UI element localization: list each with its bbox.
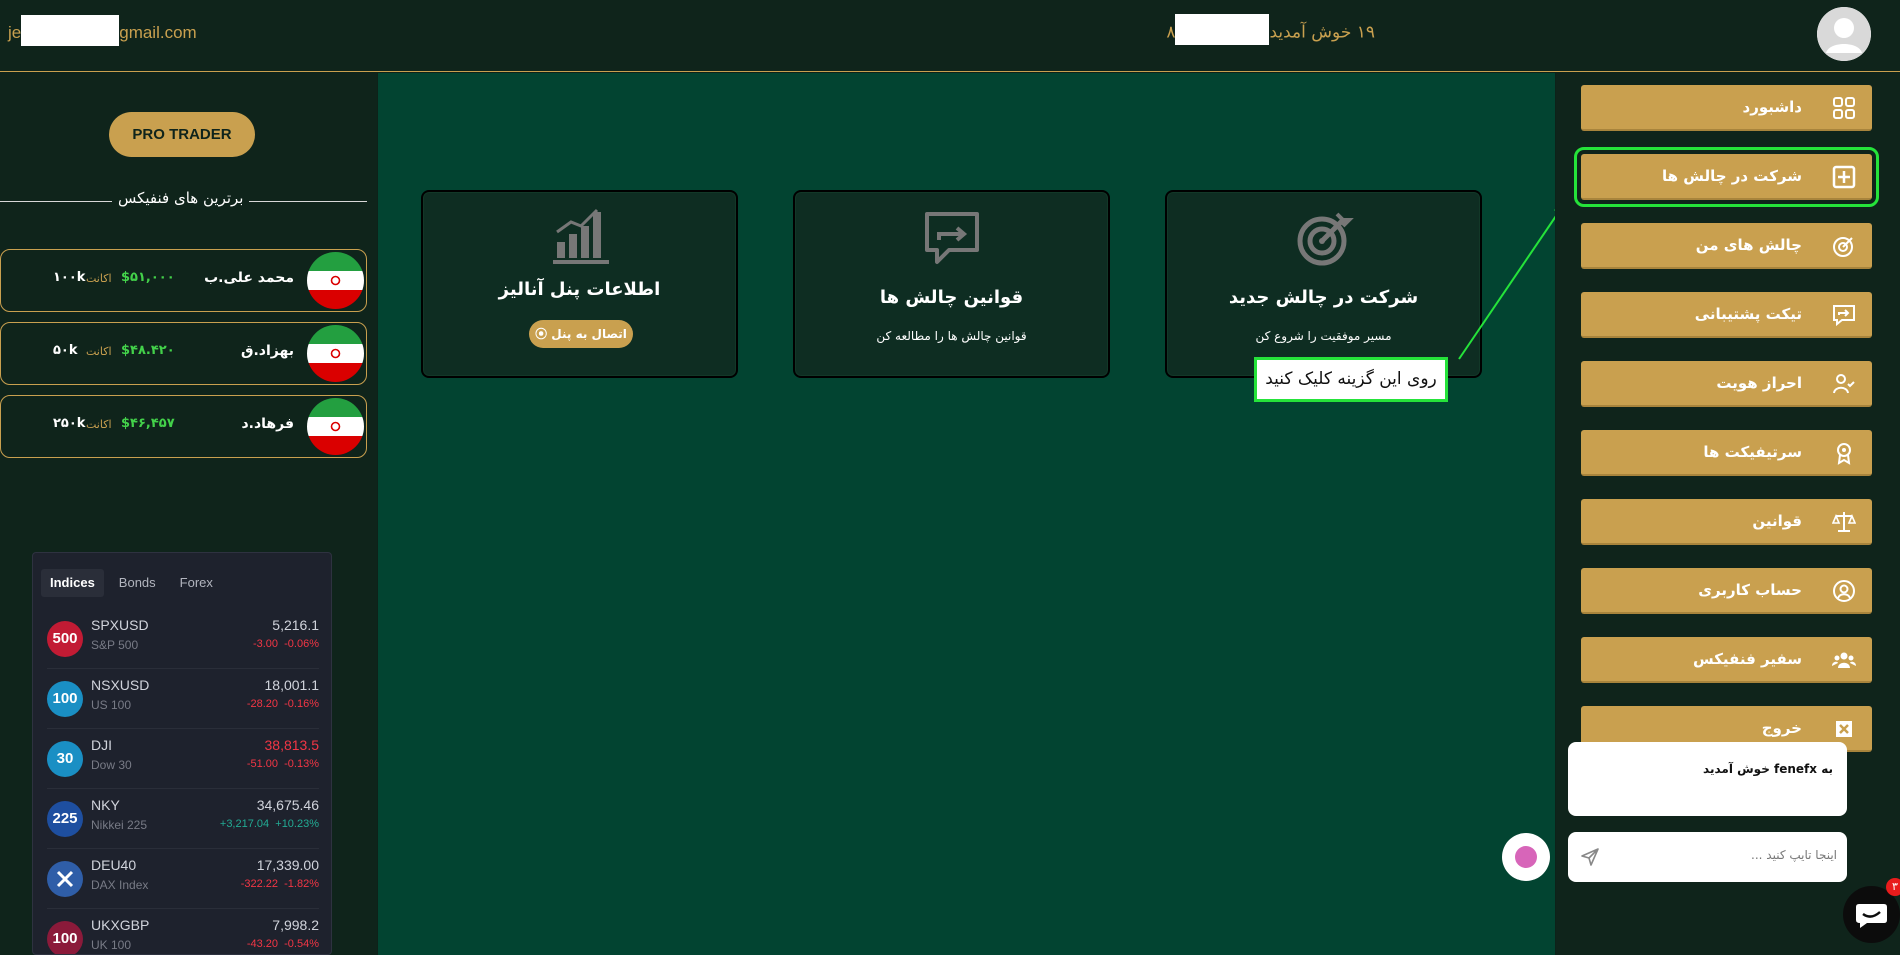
welcome-text: ۱۹ خوش آمدید۸ (1166, 14, 1375, 45)
iran-flag-icon (307, 252, 364, 309)
trader-card: بهزاد.ق $۴۸.۴۲۰ اکانت ۵۰k (0, 322, 367, 385)
close-box-icon (1836, 721, 1852, 737)
pro-trader-button[interactable]: PRO TRADER (109, 112, 255, 157)
ticker-name: US 100 (91, 698, 132, 712)
nav-rules[interactable]: قوانین (1581, 499, 1872, 545)
ticker-row[interactable]: 500 SPXUSD S&P 500 5,216.1 -3.00 -0.06% (47, 609, 319, 669)
ticker-row[interactable]: 225 NKY Nikkei 225 34,675.46 +3,217.04 +10.2… (47, 789, 319, 849)
ticker-change: -51.00 -0.13% (246, 758, 319, 770)
nav-user-account[interactable]: حساب کاربری (1581, 568, 1872, 614)
ticker-row[interactable]: 100 NSXUSD US 100 18,001.1 -28.20 -0.16% (47, 669, 319, 729)
chat-launcher-button[interactable]: ۳ (1843, 878, 1900, 943)
nav-ambassador[interactable]: سفیر فنفیکس (1581, 637, 1872, 683)
iran-flag-icon (307, 398, 364, 455)
tab-bonds[interactable]: Bonds (110, 569, 165, 597)
top-traders-heading: برترین های فنفیکس (0, 189, 367, 213)
redacted-block (21, 15, 120, 46)
user-circle-icon (1833, 580, 1855, 602)
ticker-change: -43.20 -0.54% (246, 938, 319, 950)
annotation-arrow (1458, 209, 1555, 360)
tab-forex[interactable]: Forex (171, 569, 222, 597)
iran-flag-icon (307, 325, 364, 382)
chat-message-input[interactable]: اینجا تایپ کنید ... (1568, 832, 1847, 882)
users-icon (1832, 652, 1856, 668)
chat-icon (1833, 305, 1855, 327)
ticker-price: 17,339.00 (256, 857, 319, 873)
ticker-name: S&P 500 (91, 638, 139, 652)
unread-count-badge: ۳ (1886, 878, 1900, 896)
chat-agent-avatar (1502, 833, 1550, 881)
nav-dashboard[interactable]: داشبورد (1581, 85, 1872, 131)
ticker-symbol: DEU40 (91, 857, 137, 873)
ticker-name: UK 100 (91, 938, 132, 952)
nav-my-challenges[interactable]: چالش های من (1581, 223, 1872, 269)
ticker-change: -3.00 -0.06% (252, 638, 319, 650)
ticker-row[interactable]: 30 DJI Dow 30 38,813.5 -51.00 -0.13% (47, 729, 319, 789)
ticker-price: 7,998.2 (272, 917, 319, 933)
trader-card: فرهاد.د $۴۶,۴۵۷ اکانت ۲۵۰k (0, 395, 367, 458)
ticker-price: 38,813.5 (264, 737, 320, 753)
annotation-label: روی این گزینه کلیک کنید (1254, 357, 1448, 402)
send-icon[interactable] (1580, 847, 1600, 867)
ticker-symbol: DJI (91, 737, 112, 753)
index-badge: 225 (47, 801, 83, 837)
index-badge: 100 (47, 921, 83, 954)
ticker-name: Dow 30 (91, 758, 132, 772)
close-x-icon (47, 861, 83, 897)
ticker-symbol: NSXUSD (91, 677, 150, 693)
redacted-block (1175, 14, 1270, 45)
ticker-row[interactable]: 100 UKXGBP UK 100 7,998.2 -43.20 -0.54% (47, 909, 319, 954)
ticker-price: 34,675.46 (256, 797, 319, 813)
scale-icon (1832, 512, 1856, 532)
tab-indices[interactable]: Indices (41, 569, 104, 597)
nav-join-challenges[interactable]: شرکت در چالش ها (1574, 147, 1879, 207)
nav-certificates[interactable]: سرتیفیکت ها (1581, 430, 1872, 476)
award-icon (1837, 443, 1851, 465)
ticker-change: -28.20 -0.16% (246, 698, 319, 710)
ticker-price: 18,001.1 (264, 677, 320, 693)
ticker-symbol: NKY (91, 797, 120, 813)
user-email: je gmail.com (8, 15, 197, 46)
main-content: شرکت در چالش جدید مسیر موفقیت را شروع کن… (378, 73, 1555, 955)
ticker-name: Nikkei 225 (91, 818, 148, 832)
nav-identity-verification[interactable]: احراز هویت (1581, 361, 1872, 407)
ticker-tabs: Indices Bonds Forex (41, 569, 228, 597)
chat-welcome-bubble: به fenefx خوش آمدید (1568, 742, 1847, 816)
index-badge: 30 (47, 741, 83, 777)
index-badge: 500 (47, 621, 83, 657)
ticker-symbol: SPXUSD (91, 617, 149, 633)
index-badge: 100 (47, 681, 83, 717)
ticker-change: +3,217.04 +10.23% (219, 818, 319, 830)
ticker-row[interactable]: DEU40 DAX Index 17,339.00 -322.22 -1.82% (47, 849, 319, 909)
user-avatar[interactable] (1817, 7, 1871, 61)
dashboard-icon (1833, 97, 1855, 119)
nav-support-ticket[interactable]: تیکت پشتیبانی (1581, 292, 1872, 338)
trader-card: محمد علی.ب $۵۱,۰۰۰ اکانت ۱۰۰k (0, 249, 367, 312)
ticker-change: -322.22 -1.82% (240, 878, 319, 890)
plus-square-icon (1832, 165, 1856, 189)
right-sidebar-nav: داشبورد شرکت در چالش ها چالش های من تیکت… (1556, 73, 1900, 955)
ticker-name: DAX Index (91, 878, 149, 892)
user-check-icon (1833, 374, 1855, 394)
ticker-price: 5,216.1 (272, 617, 319, 633)
ticker-symbol: UKXGBP (91, 917, 150, 933)
top-header: je gmail.com ۱۹ خوش آمدید۸ (0, 0, 1900, 72)
target-icon (1833, 237, 1853, 257)
market-ticker-widget: Indices Bonds Forex 500 SPXUSD S&P 500 5,216.… (32, 552, 332, 955)
